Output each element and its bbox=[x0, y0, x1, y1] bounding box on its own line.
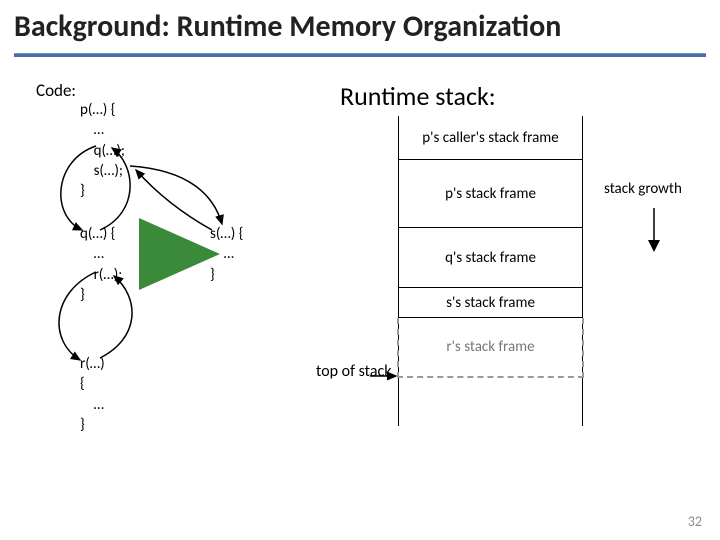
frame-p: p's stack frame bbox=[399, 160, 582, 228]
stack-growth-arrow-icon bbox=[644, 206, 664, 256]
frame-p-caller: p's caller's stack frame bbox=[399, 116, 582, 160]
code-label: Code: bbox=[36, 80, 76, 101]
code-block-p: p(…) { … q(…); s(…); } bbox=[80, 100, 125, 201]
stack-growth-label: stack growth bbox=[604, 180, 682, 198]
code-block-q: q(…) { … r(…); } bbox=[80, 224, 122, 305]
frame-q: q's stack frame bbox=[399, 228, 582, 288]
frame-r: r's stack frame bbox=[397, 318, 584, 378]
slide-title: Background: Runtime Memory Organization bbox=[0, 0, 720, 49]
code-block-s: s(…) { … } bbox=[210, 224, 243, 285]
frame-s: s's stack frame bbox=[399, 288, 582, 318]
runtime-stack-label: Runtime stack: bbox=[340, 80, 496, 112]
code-block-r: r(…) { … } bbox=[80, 354, 105, 435]
stack-diagram: p's caller's stack frame p's stack frame… bbox=[398, 116, 583, 426]
top-of-stack-label: top of stack bbox=[316, 362, 392, 381]
title-divider bbox=[14, 53, 706, 57]
page-number: 32 bbox=[688, 513, 702, 530]
